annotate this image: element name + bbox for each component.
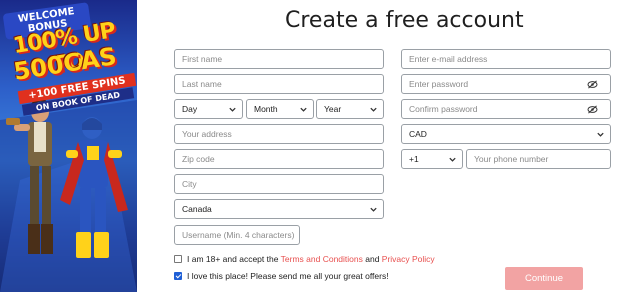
page-title: Create a free account [285,8,524,33]
last-name-input[interactable]: Last name [174,74,384,94]
currency-select[interactable]: CAD [401,124,611,144]
city-input[interactable]: City [174,174,384,194]
privacy-link[interactable]: Privacy Policy [382,254,435,264]
phone-code-value: +1 [409,154,419,164]
birth-day-select[interactable]: Day [174,99,243,119]
birth-year-value: Year [324,104,342,114]
currency-value: CAD [409,129,427,139]
confirm-password-input[interactable]: Confirm password [401,99,611,119]
birth-year-select[interactable]: Year [316,99,384,119]
eye-slash-icon[interactable] [587,105,598,114]
promo-banner[interactable]: WELCOME BONUS 100% UP TO 500CAS +100 FRE… [0,0,137,292]
password-input[interactable]: Enter password [401,74,611,94]
newsletter-label: I love this place! Please send me all yo… [187,271,389,281]
terms-checkbox[interactable] [174,255,182,263]
phone-input[interactable]: Your phone number [466,149,611,169]
zip-code-input[interactable]: Zip code [174,149,384,169]
first-name-input[interactable]: First name [174,49,384,69]
address-input[interactable]: Your address [174,124,384,144]
terms-prefix: I am 18+ and accept the [187,254,281,264]
continue-button[interactable]: Continue [505,267,583,290]
email-input[interactable]: Enter e-mail address [401,49,611,69]
terms-link[interactable]: Terms and Conditions [281,254,363,264]
country-value: Canada [182,204,212,214]
chevron-down-icon [370,207,377,212]
chevron-down-icon [597,132,604,137]
chevron-down-icon [300,107,307,112]
terms-label: I am 18+ and accept the Terms and Condit… [187,254,435,264]
newsletter-checkbox[interactable] [174,272,182,280]
chevron-down-icon [449,157,456,162]
phone-code-select[interactable]: +1 [401,149,463,169]
birth-month-value: Month [254,104,278,114]
eye-slash-icon[interactable] [587,80,598,89]
confirm-password-placeholder: Confirm password [409,104,478,114]
birth-month-select[interactable]: Month [246,99,314,119]
country-select[interactable]: Canada [174,199,384,219]
birth-day-value: Day [182,104,198,114]
chevron-down-icon [229,107,236,112]
password-placeholder: Enter password [409,79,469,89]
username-input[interactable]: Username (Min. 4 characters) [174,225,300,245]
chevron-down-icon [370,107,377,112]
terms-and: and [362,254,382,264]
